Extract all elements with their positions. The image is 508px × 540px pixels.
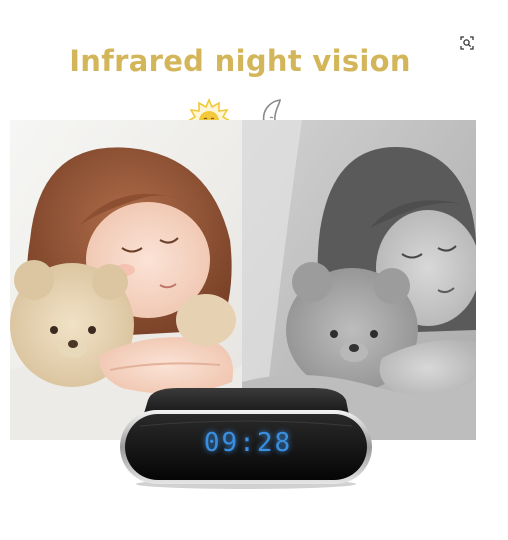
image-search-icon	[460, 36, 474, 50]
clock-time-display: 09:28	[203, 428, 293, 458]
image-search-button[interactable]	[456, 32, 478, 54]
headline: Infrared night vision	[69, 44, 411, 78]
